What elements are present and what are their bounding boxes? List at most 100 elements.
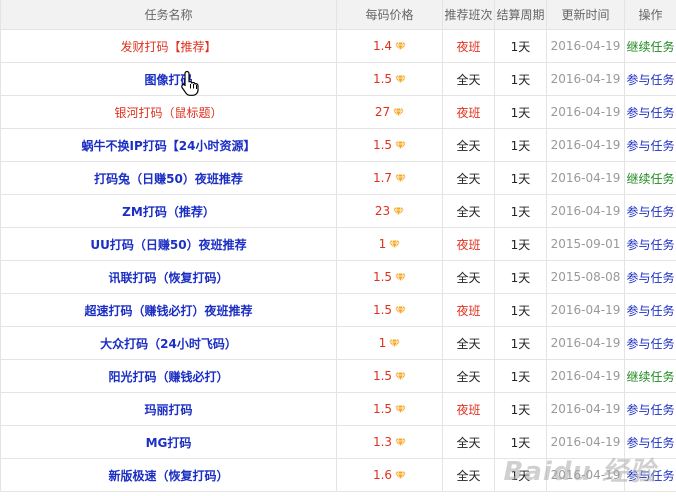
header-updated: 更新时间	[546, 0, 625, 30]
price-cell: 1.6	[336, 458, 443, 492]
continue-task-link[interactable]: 继续任务	[626, 172, 674, 186]
action-cell: 参与任务	[624, 293, 676, 327]
join-task-link[interactable]: 参与任务	[626, 403, 674, 417]
table-row: ZM打码（推荐） 23 全天 1天 2016-04-19 参与任务	[0, 194, 676, 228]
shift-cell: 全天	[442, 194, 495, 228]
join-task-link[interactable]: 参与任务	[626, 436, 674, 450]
price-cell: 1.5	[336, 293, 443, 327]
shift-cell: 全天	[442, 161, 495, 195]
diamond-icon	[395, 174, 406, 183]
shift-cell: 全天	[442, 326, 495, 360]
price-value: 1	[378, 336, 387, 350]
diamond-icon	[395, 405, 406, 414]
task-name-cell: ZM打码（推荐）	[0, 194, 337, 228]
continue-task-link[interactable]: 继续任务	[626, 370, 674, 384]
shift-cell: 全天	[442, 62, 495, 96]
cycle-cell: 1天	[494, 359, 547, 393]
updated-date-cell: 2016-04-19	[546, 95, 625, 129]
task-name-link[interactable]: ZM打码（推荐）	[122, 205, 215, 219]
task-name-link[interactable]: UU打码（日赚50）夜班推荐	[90, 238, 246, 252]
price-cell: 1.3	[336, 425, 443, 459]
price-value: 1.6	[372, 468, 393, 482]
task-name-link[interactable]: 蜗牛不换IP打码【24小时资源】	[82, 139, 256, 153]
task-name-cell: 图像打码	[0, 62, 337, 96]
task-name-cell: 打码兔（日赚50）夜班推荐	[0, 161, 337, 195]
cycle-cell: 1天	[494, 128, 547, 162]
join-task-link[interactable]: 参与任务	[626, 238, 674, 252]
price-value: 1.5	[372, 72, 393, 86]
diamond-icon	[395, 75, 406, 84]
task-name-link[interactable]: 打码兔（日赚50）夜班推荐	[94, 172, 243, 186]
task-name-link[interactable]: 玛丽打码	[144, 403, 192, 417]
join-task-link[interactable]: 参与任务	[626, 139, 674, 153]
join-task-link[interactable]: 参与任务	[626, 73, 674, 87]
price-cell: 1.5	[336, 128, 443, 162]
task-name-cell: 银河打码（鼠标题）	[0, 95, 337, 129]
price-value: 1.4	[372, 39, 393, 53]
cycle-cell: 1天	[494, 194, 547, 228]
price-value: 1.7	[372, 171, 393, 185]
price-value: 23	[374, 204, 391, 218]
updated-date-cell: 2016-04-19	[546, 392, 625, 426]
table-header-row: 任务名称 每码价格 推荐班次 结算周期 更新时间 操作	[0, 0, 676, 30]
table-row: 玛丽打码 1.5 夜班 1天 2016-04-19 参与任务	[0, 392, 676, 426]
cycle-cell: 1天	[494, 293, 547, 327]
table-row: 图像打码 1.5 全天 1天 2016-04-19 参与任务	[0, 62, 676, 96]
table-row: 银河打码（鼠标题） 27 夜班 1天 2016-04-19 参与任务	[0, 95, 676, 129]
action-cell: 参与任务	[624, 62, 676, 96]
cycle-cell: 1天	[494, 392, 547, 426]
task-name-link[interactable]: 发财打码【推荐】	[120, 40, 216, 54]
price-value: 1	[378, 237, 387, 251]
shift-cell: 全天	[442, 260, 495, 294]
task-name-link[interactable]: 银河打码（鼠标题）	[114, 106, 222, 120]
action-cell: 参与任务	[624, 194, 676, 228]
cycle-cell: 1天	[494, 260, 547, 294]
task-name-cell: 发财打码【推荐】	[0, 29, 337, 63]
cycle-cell: 1天	[494, 62, 547, 96]
shift-cell: 全天	[442, 128, 495, 162]
join-task-link[interactable]: 参与任务	[626, 106, 674, 120]
updated-date-cell: 2016-04-19	[546, 62, 625, 96]
action-cell: 继续任务	[624, 359, 676, 393]
header-action: 操作	[624, 0, 676, 30]
task-name-cell: 讯联打码（恢复打码）	[0, 260, 337, 294]
price-cell: 1.5	[336, 260, 443, 294]
task-name-link[interactable]: 讯联打码（恢复打码）	[108, 271, 228, 285]
join-task-link[interactable]: 参与任务	[626, 205, 674, 219]
join-task-link[interactable]: 参与任务	[626, 337, 674, 351]
diamond-icon	[393, 108, 404, 117]
header-price: 每码价格	[336, 0, 443, 30]
join-task-link[interactable]: 参与任务	[626, 304, 674, 318]
join-task-link[interactable]: 参与任务	[626, 271, 674, 285]
updated-date-cell: 2016-04-19	[546, 161, 625, 195]
task-name-link[interactable]: 大众打码（24小时飞码）	[100, 337, 237, 351]
diamond-icon	[395, 306, 406, 315]
shift-cell: 夜班	[442, 95, 495, 129]
shift-cell: 全天	[442, 425, 495, 459]
price-cell: 1.5	[336, 62, 443, 96]
task-name-link[interactable]: 新版极速（恢复打码）	[108, 469, 228, 483]
diamond-icon	[389, 240, 401, 249]
action-cell: 参与任务	[624, 392, 676, 426]
price-value: 1.5	[372, 138, 393, 152]
continue-task-link[interactable]: 继续任务	[626, 40, 674, 54]
price-cell: 1.7	[336, 161, 443, 195]
task-name-cell: 蜗牛不换IP打码【24小时资源】	[0, 128, 337, 162]
task-name-link[interactable]: MG打码	[146, 436, 192, 450]
action-cell: 继续任务	[624, 29, 676, 63]
task-name-link[interactable]: 阳光打码（赚钱必打）	[108, 370, 228, 384]
shift-cell: 夜班	[442, 29, 495, 63]
diamond-icon	[395, 471, 406, 480]
hand-pointer-icon	[181, 70, 199, 96]
shift-cell: 夜班	[442, 392, 495, 426]
price-cell: 1.4	[336, 29, 443, 63]
action-cell: 继续任务	[624, 161, 676, 195]
task-name-link[interactable]: 超速打码（赚钱必打）夜班推荐	[84, 304, 252, 318]
action-cell: 参与任务	[624, 260, 676, 294]
task-table-body: 发财打码【推荐】 1.4 夜班 1天 2016-04-19 继续任务 图像打码 1.5 全天 1天…	[0, 29, 676, 492]
table-row: 发财打码【推荐】 1.4 夜班 1天 2016-04-19 继续任务	[0, 29, 676, 63]
price-value: 27	[374, 105, 391, 119]
diamond-icon	[395, 372, 406, 381]
header-task-name: 任务名称	[0, 0, 337, 30]
diamond-icon	[389, 339, 401, 348]
